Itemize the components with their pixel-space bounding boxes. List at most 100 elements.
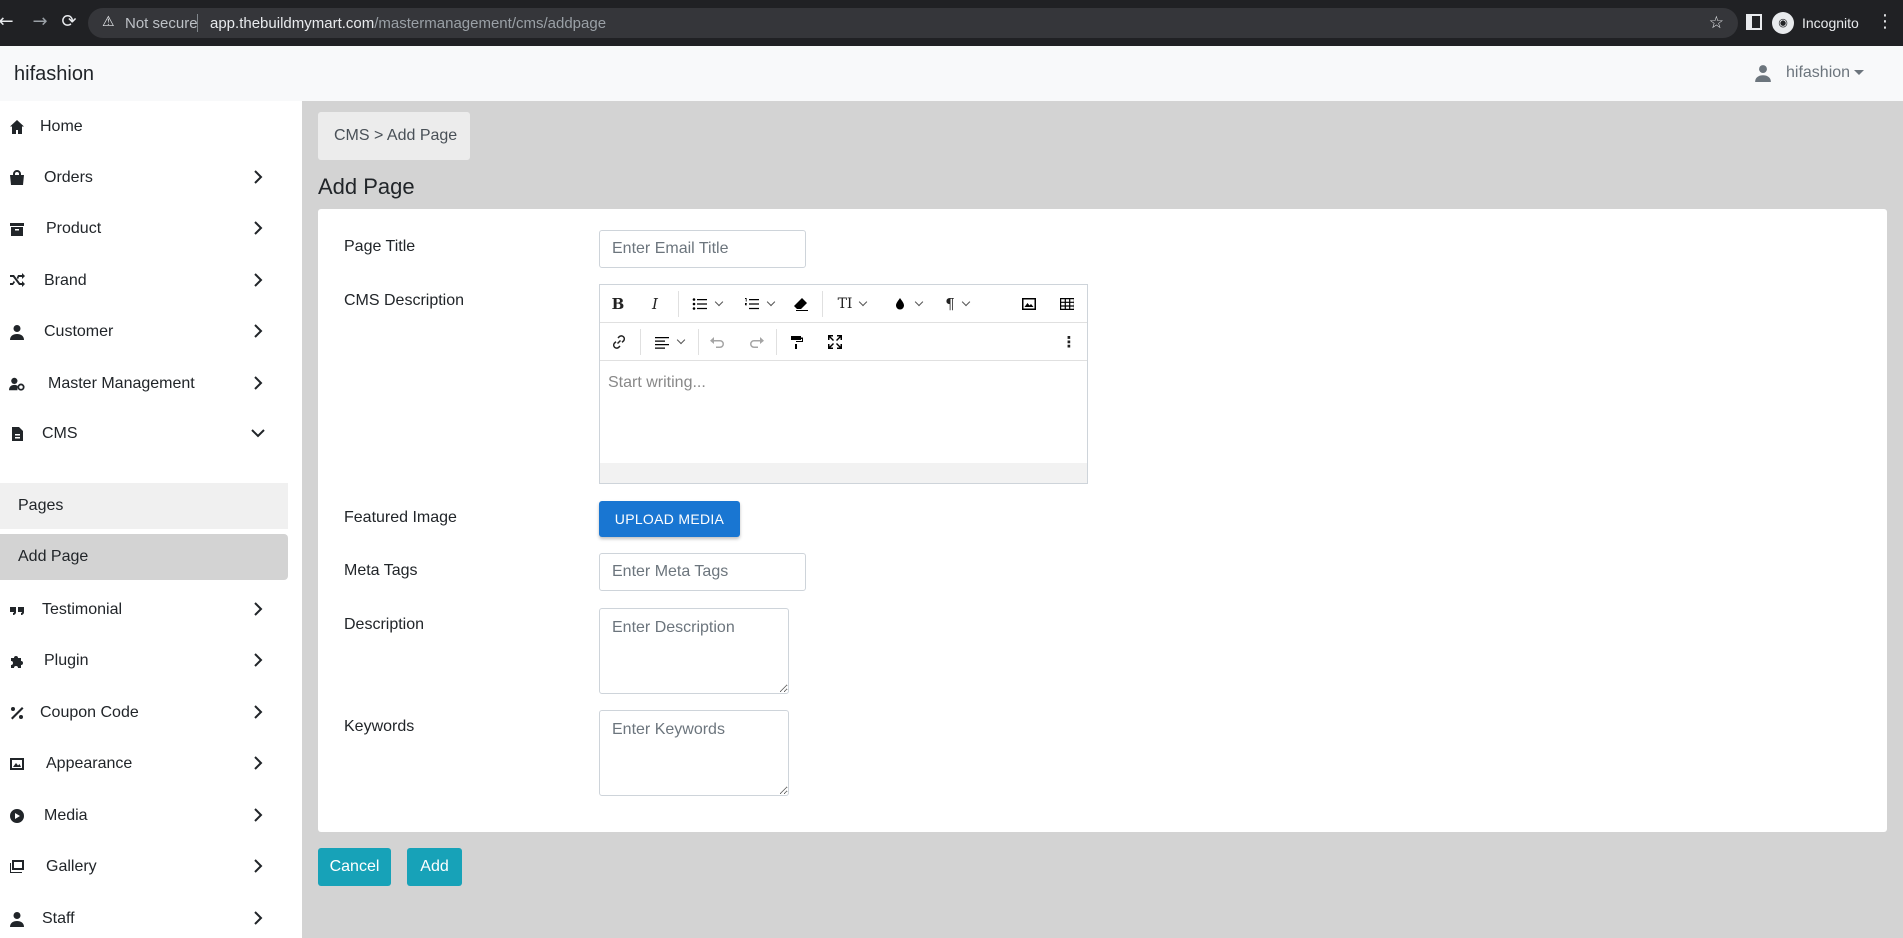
sidebar-item-staff[interactable]: Staff [0, 897, 288, 938]
italic-icon[interactable]: I [648, 293, 662, 315]
url-path: /mastermanagement/cms/addpage [374, 15, 607, 32]
chevron-right-icon [250, 323, 266, 339]
sidebar-item-brand[interactable]: Brand [0, 259, 288, 303]
font-size-icon[interactable]: TI [834, 293, 870, 315]
chevron-right-icon [250, 375, 266, 391]
color-drop-icon[interactable] [890, 293, 924, 315]
sidebar-item-appearance[interactable]: Appearance [0, 742, 288, 786]
browser-chrome: ← → ⟳ ⚠ Not secure app.thebuildmymart.co… [0, 0, 1903, 46]
rich-text-editor: B I TI ¶ ⋮ Start writing... [599, 284, 1088, 484]
user-icon [1755, 65, 1771, 82]
user-menu[interactable]: hifashion [1754, 64, 1865, 82]
chevron-right-icon [250, 910, 266, 926]
side-panel-icon[interactable] [1746, 14, 1762, 30]
meta-tags-input[interactable] [599, 553, 806, 591]
align-icon[interactable] [652, 331, 686, 353]
chevron-right-icon [250, 704, 266, 720]
cancel-button[interactable]: Cancel [318, 848, 391, 886]
editor-toolbar-row-1: B I TI ¶ [600, 285, 1087, 323]
chevron-right-icon [250, 169, 266, 185]
play-circle-icon [8, 807, 26, 825]
not-secure-label: Not secure [125, 15, 198, 32]
description-textarea[interactable] [599, 608, 789, 694]
form-card [318, 209, 1887, 832]
user-icon [8, 910, 26, 928]
fullscreen-icon[interactable] [826, 331, 844, 353]
sidebar-item-label: Product [46, 220, 102, 237]
paint-roller-icon[interactable] [788, 331, 806, 353]
toolbar-divider [822, 291, 823, 317]
user-name: hifashion [1786, 64, 1851, 81]
sidebar-item-gallery[interactable]: Gallery [0, 845, 288, 889]
upload-media-button[interactable]: UPLOAD MEDIA [599, 501, 740, 537]
editor-content-area[interactable]: Start writing... [600, 362, 1087, 462]
featured-image-label: Featured Image [344, 509, 457, 526]
quote-icon [8, 601, 26, 619]
chevron-right-icon [250, 858, 266, 874]
address-bar[interactable]: ⚠ Not secure app.thebuildmymart.com/mast… [88, 8, 1738, 38]
user-gear-icon [8, 375, 26, 393]
sidebar-item-media[interactable]: Media [0, 794, 288, 838]
sidebar-item-home[interactable]: Home [0, 105, 288, 149]
page-title: Add Page [318, 174, 415, 199]
sidebar-subitem-add-page[interactable]: Add Page [0, 534, 288, 580]
undo-icon[interactable] [710, 331, 726, 353]
back-icon[interactable]: ← [0, 12, 16, 32]
breadcrumb[interactable]: CMS > Add Page [318, 112, 470, 160]
user-icon [8, 323, 26, 341]
sidebar-item-label: Coupon Code [40, 704, 139, 721]
sidebar-item-coupon-code[interactable]: Coupon Code [0, 691, 288, 735]
reload-icon[interactable]: ⟳ [59, 12, 79, 32]
toolbar-divider [698, 329, 699, 355]
sidebar-item-label: Brand [44, 272, 87, 289]
brand-name[interactable]: hifashion [14, 63, 94, 86]
redo-icon[interactable] [748, 331, 764, 353]
eraser-icon[interactable] [792, 293, 810, 315]
sidebar-item-customer[interactable]: Customer [0, 310, 288, 354]
bookmark-star-icon[interactable]: ☆ [1709, 13, 1724, 33]
browser-menu-icon[interactable]: ⋮ [1876, 11, 1894, 32]
description-label: Description [344, 616, 425, 633]
sidebar-item-plugin[interactable]: Plugin [0, 639, 288, 683]
sidebar-item-label: Master Management [48, 375, 195, 392]
sidebar-item-label: Home [40, 118, 83, 135]
page-title-label: Page Title [344, 238, 416, 255]
numbered-list-icon[interactable] [742, 293, 776, 315]
incognito-badge[interactable]: ◉ Incognito [1772, 12, 1859, 34]
link-icon[interactable] [610, 331, 628, 353]
sidebar-item-testimonial[interactable]: Testimonial [0, 588, 288, 632]
forward-icon[interactable]: → [30, 12, 50, 32]
sidebar-subitem-label: Add Page [18, 548, 89, 565]
sidebar-item-orders[interactable]: Orders [0, 156, 288, 200]
chevron-right-icon [250, 272, 266, 288]
add-button[interactable]: Add [407, 848, 462, 886]
top-navbar: hifashion hifashion [0, 46, 1903, 101]
sidebar-item-cms[interactable]: CMS [0, 412, 288, 456]
editor-status-bar [600, 463, 1087, 483]
sidebar-item-product[interactable]: Product [0, 207, 288, 251]
more-options-icon[interactable]: ⋮ [1062, 331, 1077, 353]
shuffle-icon [8, 272, 26, 290]
archive-box-icon [8, 220, 26, 238]
home-icon [8, 118, 26, 136]
keywords-label: Keywords [344, 718, 415, 735]
paragraph-icon[interactable]: ¶ [940, 293, 974, 315]
insert-image-icon[interactable] [1020, 293, 1038, 315]
insert-table-icon[interactable] [1058, 293, 1076, 315]
sidebar: Home Orders Product Brand Customer Maste… [0, 101, 302, 938]
sidebar-item-master-management[interactable]: Master Management [0, 362, 288, 406]
sidebar-subitem-pages[interactable]: Pages [0, 483, 288, 529]
sidebar-item-label: Appearance [46, 755, 133, 772]
sidebar-subitem-label: Pages [18, 497, 64, 514]
url-host: app.thebuildmymart.com [210, 15, 375, 32]
sidebar-item-label: CMS [42, 425, 78, 442]
meta-tags-label: Meta Tags [344, 562, 418, 579]
bold-icon[interactable]: B [610, 293, 626, 315]
images-icon [8, 858, 26, 876]
omnibox-divider [197, 14, 198, 32]
bullet-list-icon[interactable] [690, 293, 724, 315]
sidebar-item-label: Plugin [44, 652, 89, 669]
url-text[interactable]: app.thebuildmymart.com/mastermanagement/… [210, 15, 606, 32]
page-title-input[interactable] [599, 230, 806, 268]
keywords-textarea[interactable] [599, 710, 789, 796]
